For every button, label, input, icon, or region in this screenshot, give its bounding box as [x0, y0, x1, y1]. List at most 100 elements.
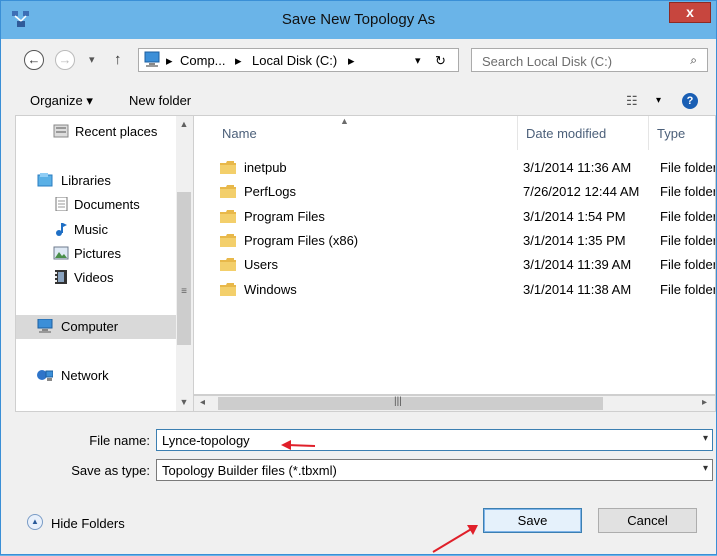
refresh-icon[interactable]: ↻	[435, 53, 446, 69]
file-name: PerfLogs	[244, 184, 297, 199]
navigation-pane: Recent places Libraries Documents Music …	[15, 115, 177, 412]
file-name: Users	[244, 257, 278, 272]
search-icon[interactable]: ⌕	[690, 53, 697, 68]
folder-icon	[220, 234, 236, 247]
file-name: Windows	[244, 282, 297, 297]
nav-label: Network	[61, 368, 109, 383]
save-button[interactable]: Save	[483, 508, 582, 533]
scroll-right-arrow[interactable]: ▸	[702, 397, 707, 408]
computer-icon	[37, 319, 53, 333]
nav-item-recent-places[interactable]: Recent places	[16, 120, 176, 144]
address-dropdown-icon[interactable]: ▾	[415, 54, 421, 67]
file-row[interactable]: Windows 3/1/2014 11:38 AM File folder	[194, 278, 715, 302]
nav-label: Pictures	[74, 246, 121, 261]
folder-icon	[220, 258, 236, 271]
view-dropdown-icon[interactable]: ▾	[656, 95, 661, 106]
folder-icon	[220, 283, 236, 296]
network-icon	[37, 370, 53, 381]
nav-label: Recent places	[75, 124, 158, 139]
scroll-up-arrow[interactable]: ▲	[176, 119, 192, 129]
music-icon	[56, 223, 67, 236]
file-type: File folder	[660, 209, 716, 224]
navigation-toolbar: ← → ▾ ↑ ▸ Comp... ▸ Local Disk (C:) ▸ ▾ …	[1, 39, 716, 87]
nav-item-pictures[interactable]: Pictures	[16, 242, 176, 266]
nav-item-libraries[interactable]: Libraries	[16, 169, 176, 193]
folder-icon	[220, 185, 236, 198]
help-icon[interactable]: ?	[682, 93, 698, 109]
scrollbar-grip: ≡	[181, 286, 187, 297]
view-options-icon[interactable]: ☷	[626, 93, 638, 109]
chevron-down-icon[interactable]: ▾	[703, 463, 708, 474]
nav-label: Computer	[61, 319, 119, 334]
nav-item-music[interactable]: Music	[16, 218, 176, 242]
title-bar: Save New Topology As x	[1, 1, 716, 39]
file-row[interactable]: Program Files 3/1/2014 1:54 PM File fold…	[194, 205, 716, 229]
sort-ascending-icon: ▲	[340, 116, 349, 126]
file-row[interactable]: Users 3/1/2014 11:39 AM File folder	[194, 253, 716, 277]
file-name-value: Lynce-topology	[162, 433, 250, 448]
folder-icon	[220, 210, 236, 223]
address-bar[interactable]: ▸ Comp... ▸ Local Disk (C:) ▸ ▾ ↻	[138, 48, 459, 72]
scrollbar-thumb[interactable]	[218, 397, 603, 410]
chevron-down-icon[interactable]: ▾	[703, 433, 708, 444]
file-date: 7/26/2012 12:44 AM	[523, 184, 640, 199]
recent-locations-dropdown[interactable]: ▾	[89, 53, 95, 66]
breadcrumb-local-disk[interactable]: Local Disk (C:)	[252, 53, 337, 68]
chevron-up-icon: ▲	[27, 514, 43, 530]
nav-item-network[interactable]: Network	[16, 364, 176, 388]
command-bar: Organize ▾ New folder ☷ ▾ ?	[1, 87, 716, 115]
column-header-name[interactable]: Name	[214, 116, 518, 150]
file-row[interactable]: Program Files (x86) 3/1/2014 1:35 PM Fil…	[194, 229, 716, 253]
file-type: File folder	[660, 233, 716, 248]
file-row[interactable]: PerfLogs 7/26/2012 12:44 AM File folder	[194, 180, 716, 204]
cancel-button[interactable]: Cancel	[598, 508, 697, 533]
annotation-arrow-save	[432, 525, 478, 553]
navigation-scrollbar[interactable]: ▲ ≡ ▼	[176, 115, 193, 412]
file-name-field[interactable]: Lynce-topology ▾	[156, 429, 713, 451]
file-row[interactable]: inetpub 3/1/2014 11:36 AM File folder	[194, 156, 716, 180]
up-button[interactable]: ↑	[114, 51, 122, 68]
folder-icon	[220, 161, 236, 174]
column-header-type[interactable]: Type	[649, 116, 715, 150]
search-box[interactable]: ⌕	[471, 48, 708, 73]
computer-icon	[144, 51, 160, 67]
save-as-type-label: Save as type:	[71, 463, 150, 478]
file-list: Name ▲ Date modified Type inetpub 3/1/20…	[193, 115, 716, 395]
new-folder-button[interactable]: New folder	[129, 93, 191, 108]
videos-icon	[55, 270, 67, 284]
nav-item-documents[interactable]: Documents	[16, 193, 176, 217]
nav-item-computer[interactable]: Computer	[16, 315, 176, 339]
close-button[interactable]: x	[669, 2, 711, 23]
back-button[interactable]: ←	[24, 50, 44, 70]
nav-item-videos[interactable]: Videos	[16, 266, 176, 290]
nav-label: Music	[74, 222, 108, 237]
scroll-down-arrow[interactable]: ▼	[176, 397, 192, 407]
file-date: 3/1/2014 1:35 PM	[523, 233, 626, 248]
breadcrumb-separator: ▸	[235, 53, 242, 68]
column-header-date-modified[interactable]: Date modified	[518, 116, 649, 150]
hide-folders-label: Hide Folders	[51, 516, 125, 531]
scroll-left-arrow[interactable]: ◂	[200, 397, 205, 408]
organize-button[interactable]: Organize ▾	[30, 93, 93, 109]
file-list-hscrollbar[interactable]: ◂ ||| ▸	[193, 395, 716, 412]
nav-label: Documents	[74, 197, 140, 212]
save-as-type-select[interactable]: Topology Builder files (*.tbxml) ▾	[156, 459, 713, 481]
documents-icon	[55, 197, 68, 211]
search-input[interactable]	[472, 49, 684, 73]
file-type: File folder	[660, 160, 716, 175]
file-name: Program Files (x86)	[244, 233, 359, 248]
breadcrumb-computer[interactable]: Comp...	[180, 53, 226, 68]
forward-button[interactable]: →	[55, 50, 75, 70]
libraries-icon	[37, 173, 53, 187]
file-type: File folder	[660, 184, 716, 199]
file-date: 3/1/2014 11:38 AM	[523, 282, 632, 297]
file-date: 3/1/2014 11:36 AM	[523, 160, 632, 175]
file-type: File folder	[660, 257, 716, 272]
file-name: inetpub	[244, 160, 287, 175]
breadcrumb-separator: ▸	[166, 53, 173, 68]
pictures-icon	[53, 246, 69, 260]
file-name-label: File name:	[89, 433, 150, 448]
scrollbar-thumb[interactable]	[177, 192, 191, 345]
save-as-type-value: Topology Builder files (*.tbxml)	[162, 463, 337, 478]
breadcrumb-separator: ▸	[348, 53, 355, 68]
